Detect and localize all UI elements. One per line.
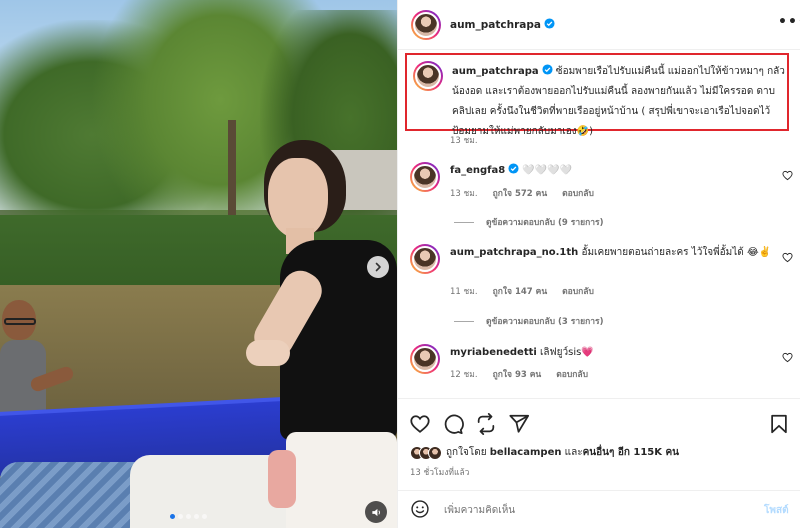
author-username[interactable]: aum_patchrapa xyxy=(450,19,541,31)
comment-likes[interactable]: ถูกใจ 93 คน xyxy=(493,370,542,380)
view-replies-label[interactable]: ดูข้อความตอบกลับ (3 รายการ) xyxy=(486,314,603,328)
liked-by-row[interactable]: ถูกใจโดย bellacampen และคนอื่นๆ อีก 115K… xyxy=(410,445,679,460)
sound-toggle-button[interactable] xyxy=(365,501,387,523)
send-icon[interactable] xyxy=(508,413,530,435)
caption-username[interactable]: aum_patchrapa xyxy=(452,66,539,77)
carousel-dot xyxy=(178,514,183,519)
carousel-dot xyxy=(202,514,207,519)
woman-hand xyxy=(246,340,290,366)
comment-username[interactable]: myriabenedetti xyxy=(450,347,537,358)
like-heart-icon[interactable] xyxy=(409,413,431,435)
next-arrow-icon xyxy=(375,262,381,272)
comment-likes[interactable]: ถูกใจ 147 คน xyxy=(493,287,548,297)
post-comment-button[interactable]: โพสต์ xyxy=(764,503,789,518)
replies-divider xyxy=(454,221,474,223)
more-options-button[interactable]: ••• xyxy=(778,14,800,34)
post-header: aum_patchrapa ••• xyxy=(398,0,800,50)
share-icon[interactable] xyxy=(475,413,497,435)
commenter-avatar[interactable] xyxy=(410,244,440,274)
verified-icon xyxy=(544,18,555,29)
replies-divider xyxy=(454,320,474,322)
liker-username[interactable]: bellacampen xyxy=(490,447,562,458)
post-timestamp[interactable]: 13 ชั่วโมงที่แล้ว xyxy=(410,465,469,479)
commenter-avatar[interactable] xyxy=(410,344,440,374)
view-replies-label[interactable]: ดูข้อความตอบกลับ (9 รายการ) xyxy=(486,215,603,229)
man-glasses xyxy=(4,318,36,325)
post-panel: aum_patchrapa ••• aum_patchrapa ซ้อมพายเ… xyxy=(397,0,800,528)
likes-prefix: ถูกใจโดย xyxy=(446,447,487,458)
likes-others[interactable]: คนอื่นๆ อีก 115K คน xyxy=(583,447,679,458)
post-actions: ถูกใจโดย bellacampen และคนอื่นๆ อีก 115K… xyxy=(398,398,800,488)
author-username-row[interactable]: aum_patchrapa xyxy=(450,18,555,31)
comment-like-heart-icon[interactable] xyxy=(782,352,793,363)
cargo-sack xyxy=(130,455,290,528)
emoji-icon[interactable] xyxy=(410,499,430,519)
comment-meta: 11 ชม. ถูกใจ 147 คน ตอบกลับ xyxy=(450,284,606,298)
add-comment-bar: เพิ่มความคิดเห็น โพสต์ xyxy=(398,490,800,528)
reply-button[interactable]: ตอบกลับ xyxy=(556,370,588,380)
comment-like-heart-icon[interactable] xyxy=(782,252,793,263)
view-replies-button[interactable]: ดูข้อความตอบกลับ (3 รายการ) xyxy=(454,314,603,328)
commenter-avatar[interactable] xyxy=(410,162,440,192)
carousel-dots xyxy=(170,514,207,519)
sound-icon xyxy=(371,508,380,516)
carousel-dot xyxy=(194,514,199,519)
comment-icon[interactable] xyxy=(442,413,464,435)
likes-and: และ xyxy=(564,447,583,458)
comment-text: 🤍🤍🤍🤍 xyxy=(522,165,573,176)
comment-text: อั้มเคยพายตอนถ่ายละคร ไว้ใจพี่อั้มได้ 😂✌… xyxy=(581,247,772,258)
comment-time: 11 ชม. xyxy=(450,287,478,297)
reply-button[interactable]: ตอบกลับ xyxy=(562,287,594,297)
carousel-dot xyxy=(170,514,175,519)
comment-time: 12 ชม. xyxy=(450,370,478,380)
post-media[interactable] xyxy=(0,0,397,528)
comment-meta: 13 ชม. ถูกใจ 572 คน ตอบกลับ xyxy=(450,186,606,200)
caption: aum_patchrapa ซ้อมพายเรือไปรับแม่คืนนี้ … xyxy=(452,62,785,142)
caption-avatar[interactable] xyxy=(413,61,443,91)
caption-time: 13 ชม. xyxy=(450,136,478,146)
comment-username[interactable]: aum_patchrapa_no.1th xyxy=(450,247,578,258)
caption-highlight: aum_patchrapa ซ้อมพายเรือไปรับแม่คืนนี้ … xyxy=(405,53,789,137)
comment-input[interactable]: เพิ่มความคิดเห็น xyxy=(444,503,515,518)
comment-body: fa_engfa8 🤍🤍🤍🤍 xyxy=(450,161,775,181)
author-avatar[interactable] xyxy=(411,10,441,40)
liker-avatar xyxy=(428,445,442,460)
carousel-next-button[interactable] xyxy=(367,256,389,278)
comment-text: เลิฟยูว์sis💗 xyxy=(540,347,594,358)
likes-summary: ถูกใจโดย bellacampen และคนอื่นๆ อีก 115K… xyxy=(446,445,679,460)
comment-body: myriabenedetti เลิฟยูว์sis💗 xyxy=(450,343,775,363)
comment-body: aum_patchrapa_no.1th อั้มเคยพายตอนถ่ายละ… xyxy=(450,243,775,263)
carousel-dot xyxy=(186,514,191,519)
view-replies-button[interactable]: ดูข้อความตอบกลับ (9 รายการ) xyxy=(454,215,603,229)
pink-bag xyxy=(268,450,296,508)
reply-button[interactable]: ตอบกลับ xyxy=(562,189,594,199)
comment-username[interactable]: fa_engfa8 xyxy=(450,165,505,176)
verified-icon xyxy=(508,163,519,174)
woman-face xyxy=(268,158,328,238)
bookmark-icon[interactable] xyxy=(768,413,790,435)
comment-like-heart-icon[interactable] xyxy=(782,170,793,181)
comment-likes[interactable]: ถูกใจ 572 คน xyxy=(493,189,548,199)
comment-meta: 12 ชม. ถูกใจ 93 คน ตอบกลับ xyxy=(450,367,600,381)
verified-icon xyxy=(542,64,553,75)
comment-time: 13 ชม. xyxy=(450,189,478,199)
